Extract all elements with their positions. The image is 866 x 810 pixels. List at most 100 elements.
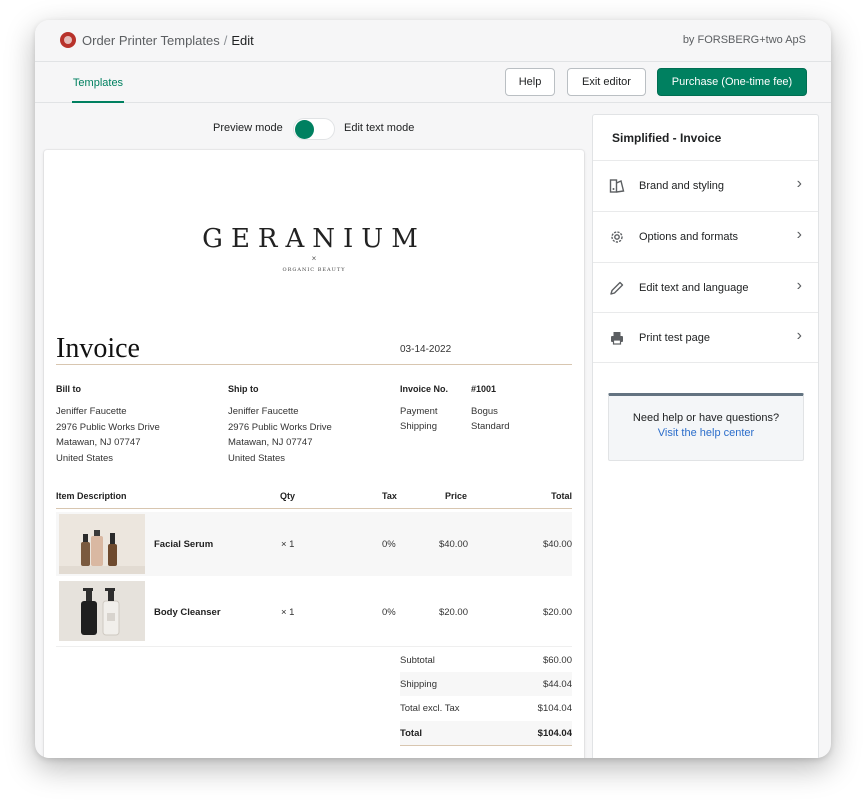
product-image [59, 581, 145, 641]
row-divider [56, 646, 572, 647]
printer-icon [611, 332, 623, 345]
mode-toggle[interactable] [293, 118, 335, 140]
bill-to-label: Bill to [56, 384, 81, 394]
table-header-divider [56, 508, 572, 509]
summary-label: Shipping [400, 679, 437, 690]
toggle-knob [295, 120, 314, 139]
col-total: Total [551, 491, 572, 501]
breadcrumb-current: Edit [231, 33, 254, 48]
bill-to-address: Jeniffer Faucette 2976 Public Works Driv… [56, 404, 160, 466]
breadcrumb: Order Printer Templates / Edit [82, 33, 254, 48]
address-line: 2976 Public Works Drive [228, 421, 332, 433]
help-question: Need help or have questions? [632, 412, 780, 424]
help-button[interactable]: Help [505, 68, 555, 96]
exit-editor-button[interactable]: Exit editor [567, 68, 646, 96]
item-price: $40.00 [438, 539, 468, 550]
chevron-right-icon: › [796, 327, 802, 344]
col-qty: Qty [280, 491, 296, 501]
address-line: Matawan, NJ 07747 [228, 437, 313, 448]
invoice-preview: GERANIUM × ORGANIC BEAUTY Invoice 03-14-… [44, 150, 584, 758]
summary-label: Subtotal [400, 655, 435, 666]
invoice-title: Invoice [56, 333, 140, 364]
address-line: United States [56, 452, 114, 464]
menu-item-label: Edit text and language [639, 282, 749, 294]
shipping-value: Standard [471, 421, 510, 432]
settings-panel: Simplified - Invoice Brand and styling ›… [592, 114, 819, 758]
top-bar: Order Printer Templates / Edit by FORSBERG… [35, 20, 831, 62]
summary-value: $104.04 [537, 703, 572, 714]
serum-bottles-image [59, 514, 145, 574]
menu-item-label: Options and formats [639, 231, 739, 243]
help-center-link[interactable]: Visit the help center [609, 427, 803, 439]
address-line: Jeniffer Faucette [228, 406, 299, 417]
col-tax: Tax [382, 491, 397, 501]
item-name: Facial Serum [154, 539, 214, 550]
col-item-description: Item Description [56, 491, 127, 501]
app-logo-icon [60, 32, 76, 48]
summary-row-total: Total $104.04 [400, 721, 572, 745]
table-row: Facial Serum × 1 0% $40.00 $40.00 [56, 512, 572, 576]
tab-bar: Templates Help Exit editor Purchase (One… [35, 63, 831, 103]
vendor-label: by FORSBERG+two ApS [682, 34, 806, 46]
invoice-date: 03-14-2022 [400, 344, 452, 355]
summary-row-subtotal: Subtotal $60.00 [400, 648, 572, 672]
address-line: 2976 Public Works Drive [56, 421, 160, 433]
pencil-icon [610, 281, 624, 295]
item-tax: 0% [382, 539, 396, 550]
payment-value: Bogus [471, 406, 498, 417]
summary-value: $44.04 [542, 679, 572, 690]
item-total: $40.00 [542, 539, 572, 550]
summary-value: $60.00 [542, 655, 572, 666]
menu-item-label: Print test page [639, 332, 710, 344]
breadcrumb-app[interactable]: Order Printer Templates [82, 33, 220, 48]
purchase-button[interactable]: Purchase (One-time fee) [657, 68, 807, 96]
summary-label: Total [400, 728, 422, 739]
summary-row-shipping: Shipping $44.04 [400, 672, 572, 696]
gear-icon [611, 231, 623, 243]
item-tax: 0% [382, 607, 396, 618]
help-box: Need help or have questions? Visit the h… [608, 393, 804, 461]
brand-separator: × [311, 254, 317, 263]
item-total: $20.00 [542, 607, 572, 618]
ship-to-address: Jeniffer Faucette 2976 Public Works Driv… [228, 404, 332, 466]
address-line: Matawan, NJ 07747 [56, 437, 141, 448]
item-name: Body Cleanser [154, 607, 221, 618]
invoice-no-value: #1001 [471, 384, 497, 394]
breadcrumb-separator: / [223, 33, 228, 48]
item-qty: × 1 [281, 539, 295, 550]
brand-tagline: ORGANIC BEAUTY [282, 267, 346, 273]
brand-styling-icon [609, 179, 625, 193]
brand-logo-text: GERANIUM [202, 224, 426, 254]
col-price: Price [445, 491, 468, 501]
product-image [59, 514, 145, 574]
menu-item-options-formats[interactable]: Options and formats › [593, 211, 818, 262]
shipping-label: Shipping [400, 421, 437, 432]
preview-mode-label: Preview mode [213, 122, 283, 134]
menu-item-label: Brand and styling [639, 180, 724, 192]
edit-text-mode-label: Edit text mode [344, 122, 415, 134]
item-qty: × 1 [281, 607, 295, 618]
ship-to-label: Ship to [228, 384, 259, 394]
menu-item-brand-styling[interactable]: Brand and styling › [593, 160, 818, 211]
app-window: Order Printer Templates / Edit by FORSBERG… [35, 20, 831, 758]
summary-label: Total excl. Tax [400, 703, 460, 714]
address-line: United States [228, 452, 286, 464]
payment-label: Payment [400, 406, 438, 417]
chevron-right-icon: › [796, 226, 802, 243]
summary-value: $104.04 [537, 728, 572, 739]
menu-item-edit-text[interactable]: Edit text and language › [593, 262, 818, 313]
title-divider [56, 364, 572, 365]
tab-templates[interactable]: Templates [72, 63, 124, 103]
chevron-right-icon: › [796, 277, 802, 294]
item-price: $20.00 [438, 607, 468, 618]
chevron-right-icon: › [796, 175, 802, 192]
panel-title: Simplified - Invoice [612, 131, 722, 145]
table-row: Body Cleanser × 1 0% $20.00 $20.00 [56, 579, 572, 645]
cleanser-bottles-image [59, 581, 145, 641]
menu-item-print-test[interactable]: Print test page › [593, 312, 818, 363]
summary-row-total-excl-tax: Total excl. Tax $104.04 [400, 696, 572, 720]
mode-toggle-row: Preview mode Edit text mode [35, 118, 585, 140]
total-divider [400, 745, 572, 746]
invoice-no-label: Invoice No. [400, 384, 449, 394]
address-line: Jeniffer Faucette [56, 406, 127, 417]
